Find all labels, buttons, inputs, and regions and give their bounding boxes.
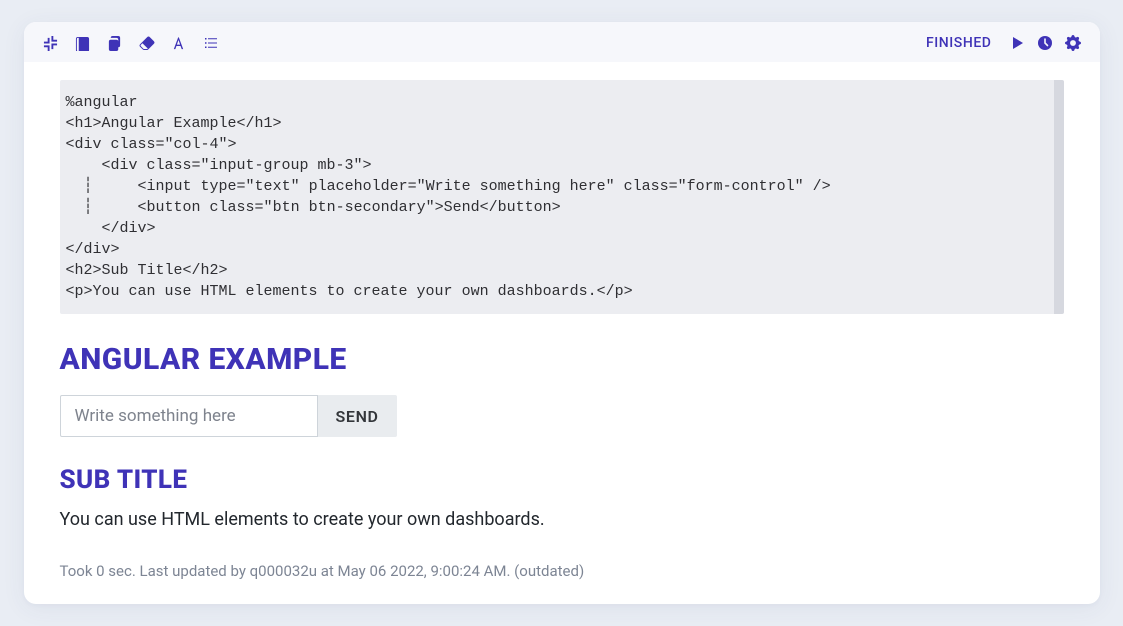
toolbar-left [42,34,220,52]
gear-icon[interactable] [1064,34,1082,52]
font-icon[interactable] [170,34,188,52]
status-text: FINISHED [926,35,992,51]
eraser-icon[interactable] [138,34,156,52]
paragraph-card: FINISHED %angular <h1>Angular Example</h… [24,22,1100,604]
text-input[interactable] [60,395,318,437]
input-group: SEND [60,395,397,437]
play-icon[interactable] [1008,34,1026,52]
toolbar-right: FINISHED [926,34,1082,52]
clock-icon[interactable] [1036,34,1054,52]
list-icon[interactable] [202,34,220,52]
code-editor[interactable]: %angular <h1>Angular Example</h1> <div c… [60,80,1064,314]
output-h2: SUB TITLE [60,465,1064,495]
card-body: %angular <h1>Angular Example</h1> <div c… [24,62,1100,604]
collapse-icon[interactable] [42,34,60,52]
toolbar: FINISHED [24,22,1100,62]
output-paragraph: You can use HTML elements to create your… [60,509,1064,530]
output-h1: ANGULAR EXAMPLE [60,342,1064,377]
meta-text: Took 0 sec. Last updated by q000032u at … [24,562,1100,580]
book-icon[interactable] [74,34,92,52]
copy-icon[interactable] [106,34,124,52]
send-button[interactable]: SEND [318,395,397,437]
output-panel: ANGULAR EXAMPLE SEND SUB TITLE You can u… [24,314,1100,530]
